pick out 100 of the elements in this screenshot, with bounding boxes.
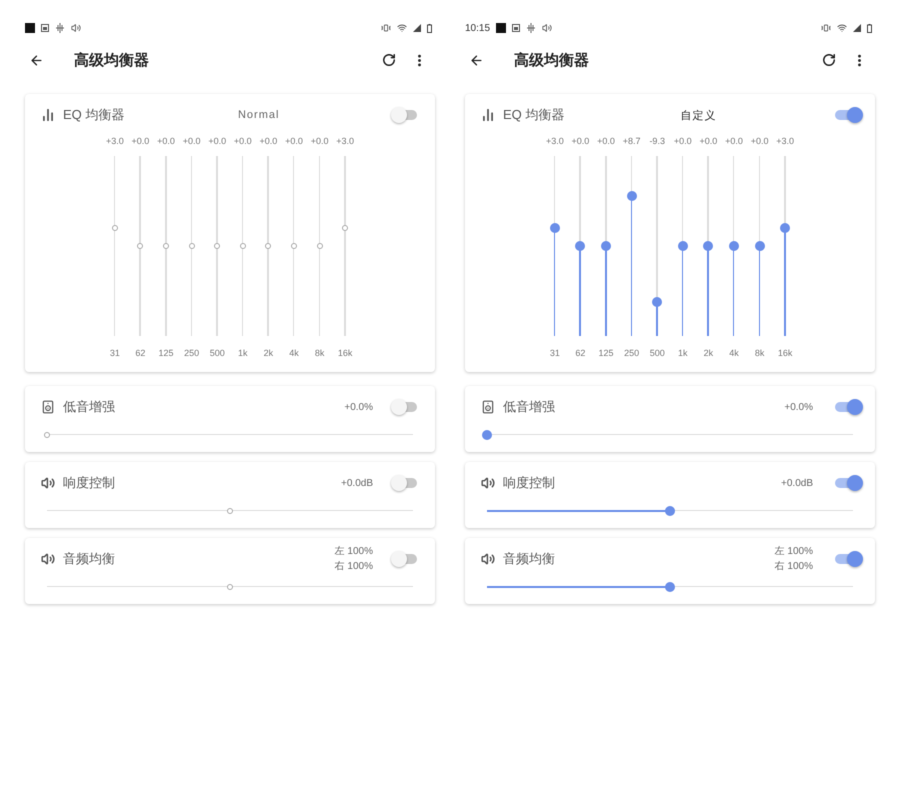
gain-value: +0.0 [572, 136, 590, 148]
slider-thumb[interactable] [626, 190, 637, 201]
slider-thumb[interactable] [44, 432, 50, 438]
refresh-icon [382, 53, 396, 67]
volume-icon [41, 476, 55, 490]
gain-value: +0.0 [725, 136, 743, 148]
slider-thumb[interactable] [754, 241, 765, 251]
frequency-label: 2k [264, 348, 274, 358]
preset-name[interactable]: Normal [238, 109, 280, 121]
toggle-switch[interactable] [393, 397, 419, 417]
band-slider[interactable] [779, 156, 792, 336]
slider-thumb[interactable] [240, 243, 246, 249]
gain-value: +0.0 [260, 136, 278, 148]
slider-thumb[interactable] [112, 225, 118, 231]
slider-thumb[interactable] [728, 241, 739, 251]
page-title: 高级均衡器 [74, 50, 149, 70]
image-icon [512, 24, 520, 32]
frequency-label: 16k [338, 348, 352, 358]
band-slider[interactable] [626, 156, 638, 336]
volume-icon [481, 552, 495, 566]
slider-thumb[interactable] [227, 584, 233, 590]
band-slider[interactable] [754, 156, 766, 336]
band-slider[interactable] [651, 156, 664, 336]
frequency-label: 16k [778, 348, 792, 358]
gain-value: +8.7 [622, 136, 640, 148]
slider-thumb[interactable] [665, 506, 675, 516]
gain-value: +0.0 [674, 136, 692, 148]
slider-thumb[interactable] [214, 243, 220, 249]
frequency-label: 31 [110, 348, 120, 358]
speaker-icon [41, 400, 55, 414]
effect-title: 响度控制 [63, 474, 115, 492]
slider-thumb[interactable] [678, 241, 688, 251]
volume-icon [481, 476, 495, 490]
slider-thumb[interactable] [316, 243, 323, 249]
gain-value: +0.0 [208, 136, 226, 148]
notification-icon [496, 23, 506, 33]
gain-value: +0.0 [750, 136, 768, 148]
toggle-switch[interactable] [393, 473, 419, 493]
effect-reading: 左 100% [334, 545, 373, 559]
effect-title: 响度控制 [503, 474, 555, 492]
battery-icon [427, 24, 432, 32]
band-slider[interactable] [574, 156, 586, 336]
slider-thumb[interactable] [550, 223, 560, 233]
slider-thumb[interactable] [227, 508, 233, 514]
slider-thumb[interactable] [163, 243, 170, 249]
frequency-label: 31 [550, 348, 560, 358]
toggle-switch[interactable] [393, 549, 419, 569]
battery-icon [867, 24, 872, 32]
gain-value: +0.0 [285, 136, 303, 148]
effect-title: 音频均衡 [503, 550, 555, 568]
slider-thumb[interactable] [665, 582, 675, 592]
speaker-icon [481, 400, 495, 414]
frequency-label: 500 [210, 348, 225, 358]
effect-reading: +0.0% [344, 400, 373, 414]
band-slider[interactable] [600, 156, 612, 336]
slider-thumb[interactable] [780, 223, 790, 233]
slider-thumb[interactable] [290, 243, 297, 249]
slider-thumb[interactable] [188, 243, 195, 249]
card-title: EQ 均衡器 [63, 106, 124, 124]
preset-name[interactable]: 自定义 [680, 108, 717, 122]
gain-value: -9.3 [649, 136, 665, 148]
band-slider[interactable] [676, 156, 689, 336]
slider-thumb[interactable] [265, 243, 272, 249]
band-slider[interactable] [702, 156, 714, 336]
refresh-icon [822, 53, 836, 67]
signal-icon [413, 24, 421, 32]
volume-icon [41, 552, 55, 566]
effect-title: 低音增强 [63, 398, 115, 416]
effect-reading: 左 100% [774, 545, 813, 559]
effect-title: 音频均衡 [63, 550, 115, 568]
volume-icon [542, 23, 552, 33]
slider-thumb[interactable] [137, 243, 144, 249]
status-time: 10:15 [465, 22, 490, 34]
effect-reading: +0.0% [784, 400, 813, 414]
frequency-label: 1k [238, 348, 248, 358]
slider-thumb[interactable] [482, 430, 492, 440]
gain-value: +0.0 [157, 136, 175, 148]
slider-thumb[interactable] [703, 241, 714, 251]
band-slider[interactable] [728, 156, 740, 336]
frequency-label: 8k [314, 348, 324, 358]
signal-icon [853, 24, 861, 32]
frequency-label: 4k [289, 348, 299, 358]
effect-reading: 右 100% [774, 560, 813, 574]
frequency-label: 250 [184, 348, 200, 358]
slider-thumb[interactable] [342, 225, 348, 231]
vibrate-icon [821, 23, 831, 33]
slider-thumb[interactable] [601, 241, 612, 251]
frequency-label: 125 [598, 348, 614, 358]
frequency-label: 1k [678, 348, 688, 358]
gain-value: +0.0 [234, 136, 252, 148]
band-slider[interactable] [548, 156, 561, 336]
frequency-label: 4k [729, 348, 739, 358]
slider-thumb[interactable] [652, 296, 662, 307]
slider-thumb[interactable] [575, 241, 586, 251]
toggle-switch[interactable] [393, 105, 420, 125]
gain-value: +0.0 [597, 136, 615, 148]
page-title: 高级均衡器 [514, 50, 589, 70]
frequency-label: 250 [624, 348, 640, 358]
effect-reading: +0.0dB [341, 476, 373, 490]
vibrate-icon [381, 23, 391, 33]
